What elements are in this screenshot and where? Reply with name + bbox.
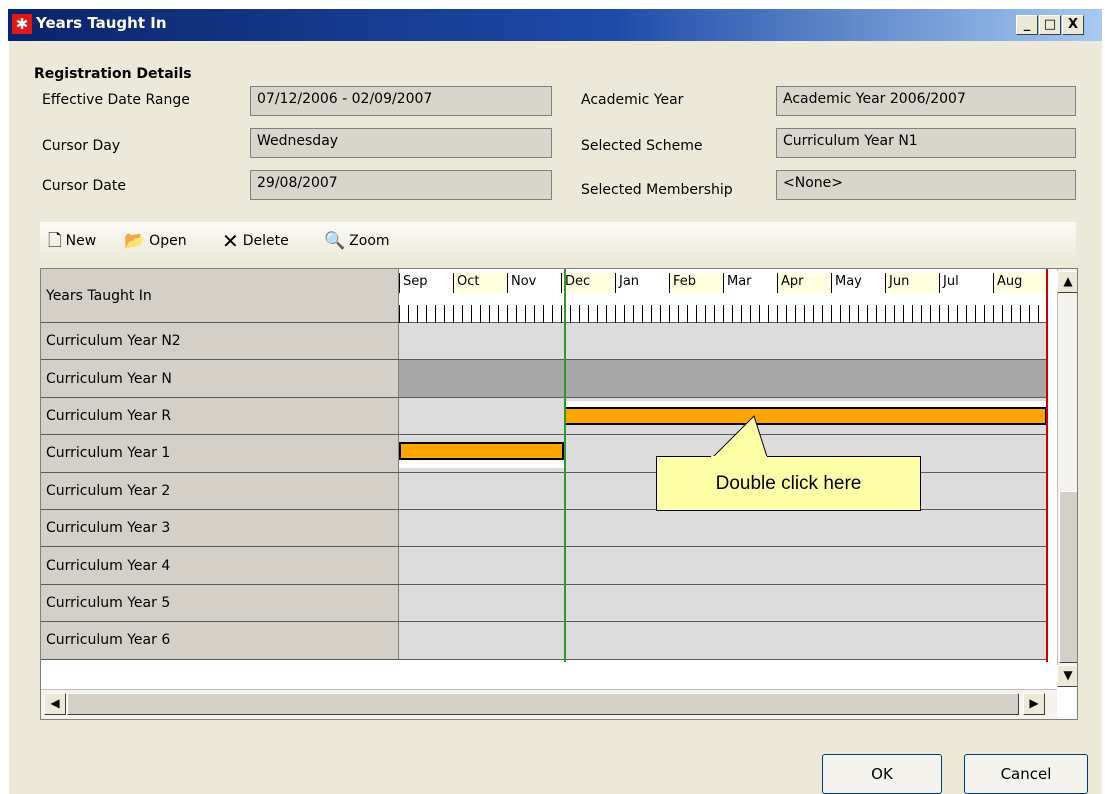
cancel-button[interactable]: Cancel [964, 754, 1088, 794]
grid-row-track[interactable] [399, 584, 1047, 623]
registration-heading: Registration Details [34, 66, 192, 82]
effective-date-range-field[interactable]: 07/12/2006 - 02/09/2007 [250, 86, 552, 116]
month-label: May [831, 273, 885, 293]
open-button-label: Open [149, 233, 187, 249]
open-folder-icon: 📂 [124, 231, 146, 251]
academic-year-label: Academic Year [581, 92, 684, 108]
month-label: Aug [993, 273, 1047, 293]
cursor-date-label: Cursor Date [42, 178, 126, 194]
zoom-button[interactable]: 🔍 Zoom [324, 232, 390, 250]
month-label: Jun [885, 273, 939, 293]
month-label: Nov [507, 273, 561, 293]
horizontal-scroll-thumb[interactable] [67, 693, 1019, 715]
new-button-label: New [65, 233, 97, 249]
grid-row-label[interactable]: Curriculum Year 3 [41, 510, 399, 548]
cursor-day-label: Cursor Day [42, 138, 121, 154]
delete-x-icon: ✕ [222, 229, 239, 253]
scroll-up-button[interactable]: ▲ [1057, 271, 1077, 293]
grid-row-label[interactable]: Curriculum Year 5 [41, 584, 399, 623]
grid-row-track[interactable] [399, 510, 1047, 548]
callout-text: Double click here [715, 472, 862, 494]
app-icon: ✱ [12, 14, 32, 34]
grid-row-track[interactable] [399, 323, 1047, 361]
maximize-button[interactable]: □ [1039, 15, 1061, 35]
grid-row-track[interactable] [399, 547, 1047, 585]
zoom-button-label: Zoom [349, 233, 390, 249]
month-label: Jan [615, 273, 669, 293]
month-label: Oct [453, 273, 507, 293]
grid-row-label[interactable]: Curriculum Year 2 [41, 472, 399, 510]
grid-row-label[interactable]: Curriculum Year 4 [41, 547, 399, 585]
scroll-down-button[interactable]: ▼ [1057, 665, 1077, 687]
scroll-right-button[interactable]: ▶ [1023, 693, 1045, 715]
selected-scheme-field[interactable]: Curriculum Year N1 [776, 128, 1076, 158]
academic-year-field[interactable]: Academic Year 2006/2007 [776, 86, 1076, 116]
grid-row-label[interactable]: Curriculum Year N [41, 360, 399, 398]
grid-row-track[interactable] [399, 360, 1047, 398]
grid-row-track[interactable] [399, 622, 1047, 660]
month-label: Sep [399, 273, 453, 293]
vertical-scroll-thumb[interactable] [1059, 491, 1077, 663]
callout-pointer [708, 415, 769, 461]
month-label: Jul [939, 273, 993, 293]
selected-membership-field[interactable]: <None> [776, 170, 1076, 200]
delete-button-label: Delete [242, 233, 289, 249]
month-label: Apr [777, 273, 831, 293]
callout-joint [711, 456, 767, 458]
scroll-left-button[interactable]: ◀ [44, 693, 66, 715]
month-label: Feb [669, 273, 723, 293]
cursor-line [564, 269, 566, 662]
grid-row-label[interactable]: Curriculum Year 6 [41, 622, 399, 660]
minimize-button[interactable]: _ [1016, 15, 1038, 35]
close-button[interactable]: X [1062, 15, 1084, 35]
grid-header-label: Years Taught In [41, 269, 399, 323]
cursor-day-field[interactable]: Wednesday [250, 128, 552, 158]
membership-bar[interactable] [399, 442, 564, 461]
month-label: Mar [723, 273, 777, 293]
ok-button[interactable]: OK [822, 754, 942, 794]
delete-button[interactable]: ✕ Delete [222, 229, 289, 253]
month-label: Dec [561, 273, 615, 293]
cursor-date-field[interactable]: 29/08/2007 [250, 170, 552, 200]
membership-bar[interactable] [564, 406, 1047, 425]
new-document-icon: 🗋 [48, 231, 62, 251]
grid-row-label[interactable]: Curriculum Year 1 [41, 435, 399, 473]
selected-membership-label: Selected Membership [581, 182, 733, 198]
effective-date-range-label: Effective Date Range [42, 92, 190, 108]
timeline-ticks [399, 305, 1047, 323]
window-title: Years Taught In [36, 14, 167, 32]
toolbar [40, 222, 1076, 262]
grid-row-label[interactable]: Curriculum Year N2 [41, 323, 399, 361]
years-grid[interactable]: Years Taught In Sep Oct Nov Dec Jan Feb Mar Apr… [40, 268, 1078, 720]
grid-row-label[interactable]: Curriculum Year R [41, 397, 399, 436]
open-button[interactable]: 📂 Open [124, 232, 187, 250]
zoom-icon: 🔍 [324, 231, 346, 251]
selected-scheme-label: Selected Scheme [581, 138, 703, 154]
new-button[interactable]: 🗋 New [48, 232, 96, 250]
callout-tooltip: Double click here [656, 456, 921, 511]
title-bar[interactable] [8, 9, 1102, 41]
end-line [1046, 269, 1048, 662]
